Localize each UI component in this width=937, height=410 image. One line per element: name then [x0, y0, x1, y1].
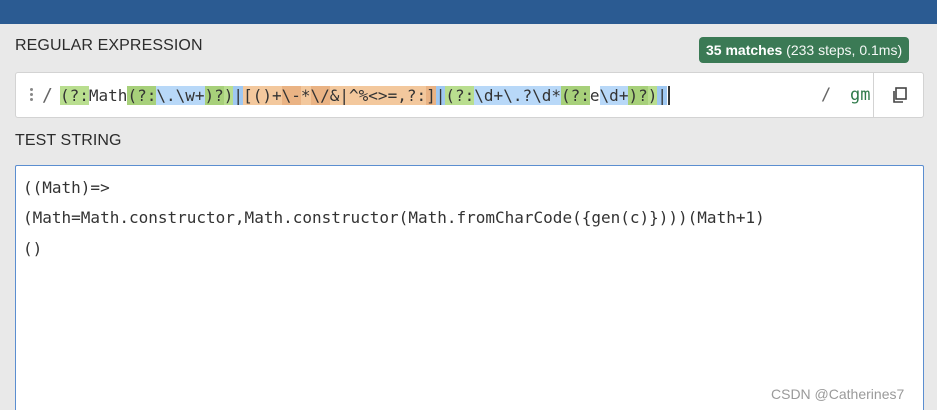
test-line: () — [23, 239, 43, 258]
test-line: ((Math)=> — [23, 178, 110, 197]
test-string-section-label: TEST STRING — [15, 132, 122, 149]
copy-icon — [893, 87, 907, 103]
regex-input-row[interactable]: / (?:Math(?:\.\w+)?)|[()+\-*\/&|^%<>=,?:… — [15, 72, 924, 118]
regex-delimiter-close: / — [821, 85, 832, 105]
top-bar — [0, 0, 937, 24]
match-count: 35 matches — [706, 42, 783, 58]
match-detail: (233 steps, 0.1ms) — [786, 42, 903, 58]
regex-delimiter-open: / — [42, 85, 53, 106]
test-line: (Math=Math.constructor,Math.constructor(… — [23, 208, 765, 227]
drag-handle-icon[interactable] — [29, 88, 35, 104]
watermark: CSDN @Catherines7 — [771, 386, 905, 402]
test-string-input[interactable]: ((Math)=> (Math=Math.constructor,Math.co… — [15, 165, 924, 410]
regex-input[interactable]: (?:Math(?:\.\w+)?)|[()+\-*\/&|^%<>=,?:]|… — [60, 84, 670, 108]
copy-regex-button[interactable] — [873, 73, 924, 117]
regex-section-label: REGULAR EXPRESSION — [15, 37, 203, 54]
regex-flags[interactable]: gm — [850, 85, 870, 105]
match-count-badge: 35 matches (233 steps, 0.1ms) — [699, 37, 910, 63]
